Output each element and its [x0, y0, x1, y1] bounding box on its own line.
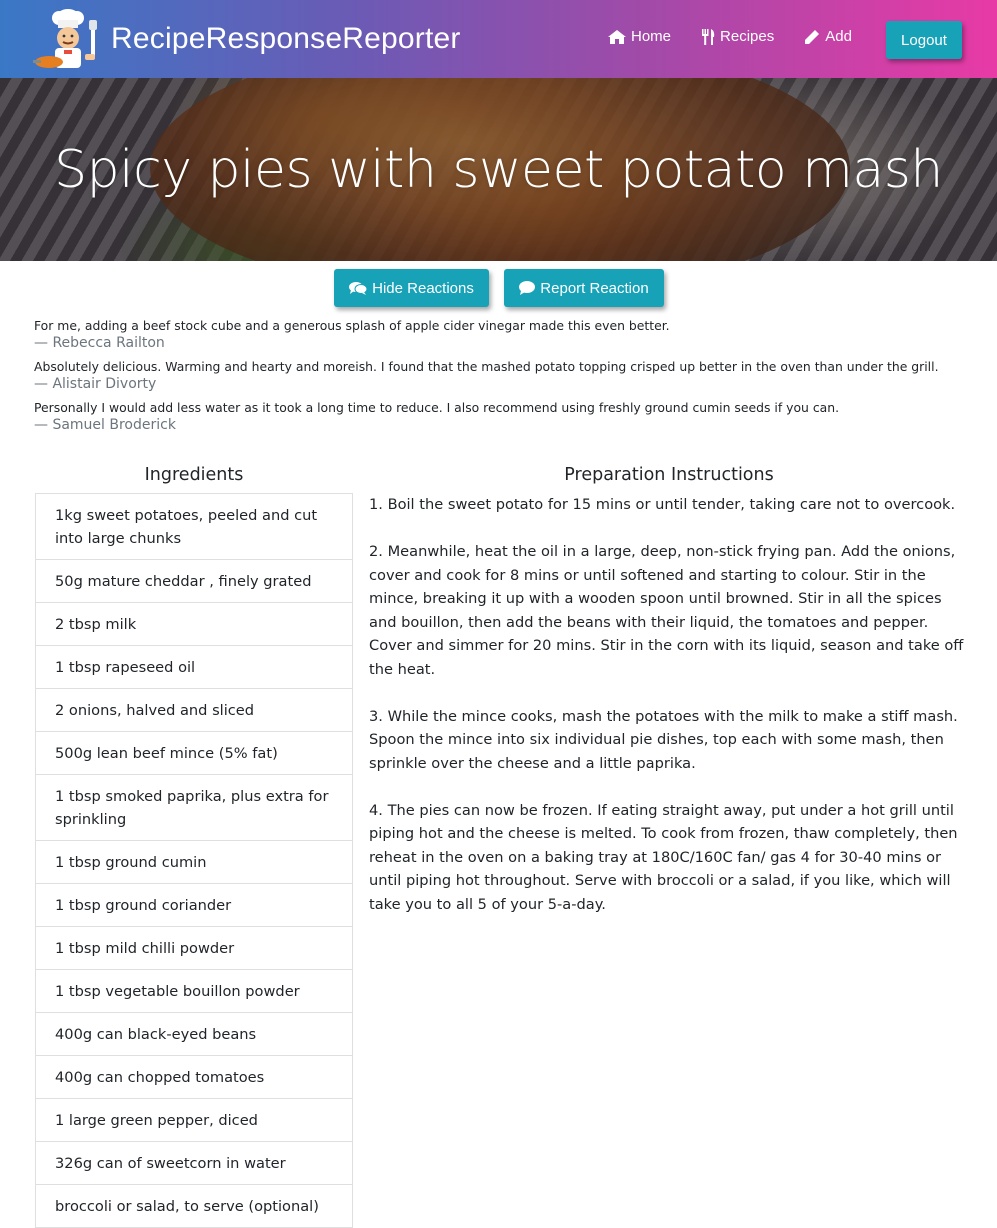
- cutlery-icon: [702, 28, 715, 45]
- instructions-section: Preparation Instructions 1. Boil the swe…: [369, 462, 969, 940]
- instruction-step: 3. While the mince cooks, mash the potat…: [369, 707, 958, 772]
- home-icon: [608, 29, 626, 44]
- ingredients-section: Ingredients 1kg sweet potatoes, peeled a…: [35, 462, 353, 1228]
- ingredient-item: 2 tbsp milk: [36, 603, 352, 646]
- nav-add-label[interactable]: Add: [825, 28, 852, 45]
- ingredient-item: 1 large green pepper, diced: [36, 1099, 352, 1142]
- hide-reactions-button[interactable]: Hide Reactions: [334, 269, 489, 307]
- report-reaction-button[interactable]: Report Reaction: [504, 269, 664, 307]
- ingredient-item: 400g can chopped tomatoes: [36, 1056, 352, 1099]
- nav-home-label[interactable]: Home: [631, 28, 671, 45]
- ingredient-item: 400g can black-eyed beans: [36, 1013, 352, 1056]
- report-reaction-label[interactable]: Report Reaction: [540, 280, 648, 297]
- instruction-step: 4. The pies can now be frozen. If eating…: [369, 801, 958, 913]
- pencil-icon: [805, 29, 820, 44]
- reaction-item: For me, adding a beef stock cube and a g…: [34, 318, 984, 353]
- instruction-step: 2. Meanwhile, heat the oil in a large, d…: [369, 543, 964, 678]
- comment-icon: [519, 281, 536, 295]
- instructions-text: 1. Boil the sweet potato for 15 mins or …: [369, 493, 969, 916]
- ingredient-item: 326g can of sweetcorn in water: [36, 1142, 352, 1185]
- ingredient-item: 1 tbsp smoked paprika, plus extra for sp…: [36, 775, 352, 841]
- chef-logo-icon: [33, 9, 97, 68]
- reaction-author: — Alistair Divorty: [34, 376, 157, 392]
- ingredients-heading: Ingredients: [144, 465, 244, 485]
- reaction-author: — Samuel Broderick: [34, 417, 176, 433]
- ingredient-item: 1 tbsp rapeseed oil: [36, 646, 352, 689]
- instructions-heading: Preparation Instructions: [564, 465, 774, 485]
- reaction-actions: Hide Reactions Report Reaction: [0, 269, 997, 309]
- brand-name[interactable]: RecipeResponseReporter: [111, 6, 461, 72]
- hide-reactions-label[interactable]: Hide Reactions: [372, 280, 474, 297]
- instruction-step: 1. Boil the sweet potato for 15 mins or …: [369, 496, 956, 513]
- ingredient-item: 2 onions, halved and sliced: [36, 689, 352, 732]
- reaction-text: Personally I would add less water as it …: [34, 400, 840, 415]
- ingredients-list: 1kg sweet potatoes, peeled and cut into …: [35, 493, 353, 1228]
- reaction-item: Personally I would add less water as it …: [34, 400, 984, 435]
- logout-button[interactable]: Logout: [886, 21, 962, 59]
- ingredient-item: 1 tbsp ground coriander: [36, 884, 352, 927]
- ingredient-item: 1 tbsp vegetable bouillon powder: [36, 970, 352, 1013]
- nav-recipes-label[interactable]: Recipes: [720, 28, 774, 45]
- ingredient-item: 1 tbsp ground cumin: [36, 841, 352, 884]
- ingredient-item: 50g mature cheddar , finely grated: [36, 560, 352, 603]
- brand[interactable]: RecipeResponseReporter: [33, 6, 461, 72]
- ingredient-item: 1 tbsp mild chilli powder: [36, 927, 352, 970]
- ingredient-item: broccoli or salad, to serve (optional): [36, 1185, 352, 1228]
- reaction-author: — Rebecca Railton: [34, 335, 165, 351]
- navbar: RecipeResponseReporter Home Recipes Add …: [0, 0, 997, 78]
- reaction-text: Absolutely delicious. Warming and hearty…: [34, 359, 939, 374]
- ingredient-item: 500g lean beef mince (5% fat): [36, 732, 352, 775]
- reactions-list: For me, adding a beef stock cube and a g…: [34, 318, 984, 441]
- reaction-text: For me, adding a beef stock cube and a g…: [34, 318, 670, 333]
- nav-add-link[interactable]: Add: [804, 28, 852, 45]
- comments-icon: [349, 282, 368, 295]
- nav-links: Home Recipes Add: [608, 28, 882, 45]
- nav-recipes-link[interactable]: Recipes: [701, 28, 774, 45]
- nav-home-link[interactable]: Home: [608, 28, 671, 45]
- hero-banner: Spicy pies with sweet potato mash: [0, 78, 997, 261]
- reaction-item: Absolutely delicious. Warming and hearty…: [34, 359, 984, 394]
- recipe-title: Spicy pies with sweet potato mash: [54, 140, 943, 200]
- ingredient-item: 1kg sweet potatoes, peeled and cut into …: [36, 494, 352, 560]
